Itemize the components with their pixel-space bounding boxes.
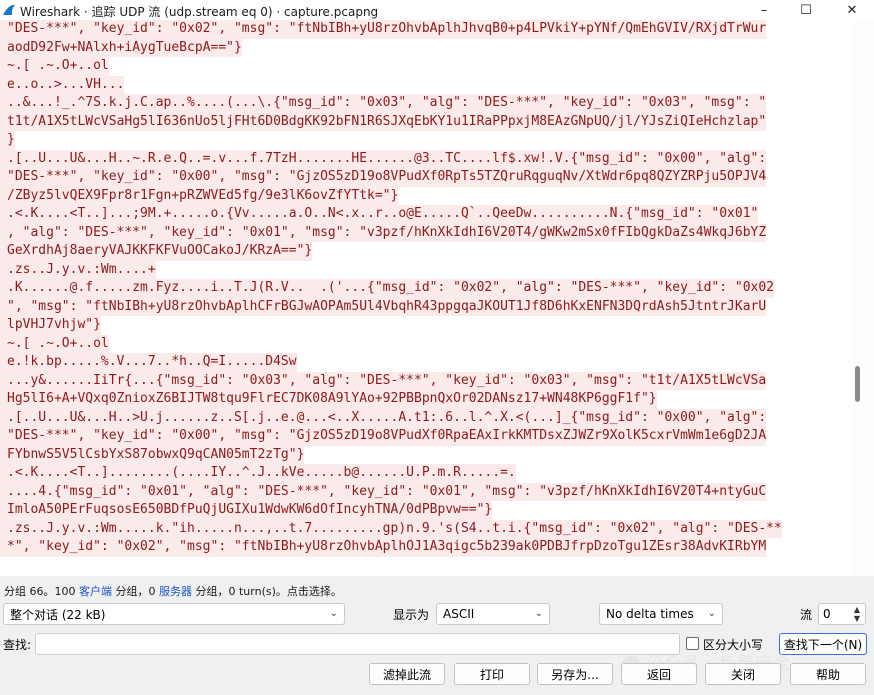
stream-line: ", "msg": "ftNbIBh+yU8rzOhvbAplhCFrBGJwA… xyxy=(0,297,767,316)
maximize-icon[interactable]: ☐ xyxy=(784,0,828,20)
stream-line: ~.[ .~.O+..ol xyxy=(0,334,109,353)
stream-line: } xyxy=(0,131,15,150)
stream-line: ~.[ .~.O+..ol xyxy=(0,57,109,76)
stream-line: , "alg": "DES-***", "key_id": "0x01", "m… xyxy=(0,223,767,242)
client-link[interactable]: 客户端 xyxy=(79,585,112,598)
find-next-button[interactable]: 查找下一个(N) xyxy=(779,633,867,655)
close-button[interactable]: 关闭 xyxy=(705,663,781,685)
stream-line: .<.K....<T..]........(....IY..^.J..kVe..… xyxy=(0,464,516,483)
chevron-down-icon: ⌄ xyxy=(329,608,338,619)
stream-line: e..o..>...VH... xyxy=(0,75,125,94)
close-window-icon[interactable]: ✕ xyxy=(830,0,874,20)
stream-line: aodD92Fw+NAlxh+iAygTueBcpA=="} xyxy=(0,38,242,57)
status-part-3: 分组，0 turn(s)。点击选择。 xyxy=(192,585,342,598)
stream-line: "DES-***", "key_id": "0x02", "msg": "ftN… xyxy=(0,20,767,39)
stream-label: 流 xyxy=(800,608,813,622)
print-button[interactable]: 打印 xyxy=(454,663,530,685)
title-bar: Wireshark · 追踪 UDP 流 (udp.stream eq 0) ·… xyxy=(0,0,874,20)
stream-line: /ZByz5lvQEX9Fpr8r1Fgn+pRZWVEd5fg/9e3lK6o… xyxy=(0,186,399,205)
chevron-down-icon: ⌄ xyxy=(534,608,543,619)
find-label: 查找: xyxy=(3,638,32,652)
stream-line: ImloA50PErFuqsosE650BDfPuQjUGIXu1WdwKW6d… xyxy=(0,501,493,520)
stream-line: .[..U...U&...H..>U.j......z..S[.j..e.@..… xyxy=(0,408,767,427)
stream-content[interactable]: "DES-***", "key_id": "0x02", "msg": "ftN… xyxy=(0,20,853,576)
show-as-select[interactable]: ASCII ⌄ xyxy=(436,603,550,625)
status-part-1: 分组 66。100 xyxy=(4,585,79,598)
stream-line: .zs..J.y.v.:Wm.....k."ih.....n...,..t.7.… xyxy=(0,519,782,538)
save-as-button[interactable]: 另存为... xyxy=(537,663,613,685)
back-button[interactable]: 返回 xyxy=(621,663,697,685)
stream-line: lpVHJ7vhjw"} xyxy=(0,316,101,335)
server-link[interactable]: 服务器 xyxy=(159,585,192,598)
stream-line: "DES-***", "key_id": "0x00", "msg": "Gjz… xyxy=(0,427,767,446)
show-as-value: ASCII xyxy=(443,607,475,621)
conversation-value: 整个对话 (22 kB) xyxy=(10,607,106,622)
find-input[interactable] xyxy=(35,633,680,655)
stream-line: FYbnwS5V5lCsbYxS87obwxQ9qCAN05mT2zTg"} xyxy=(0,445,305,464)
window-title: Wireshark · 追踪 UDP 流 (udp.stream eq 0) ·… xyxy=(20,5,379,19)
minimize-icon[interactable]: – xyxy=(742,0,786,20)
help-button[interactable]: 帮助 xyxy=(790,663,866,685)
stream-line: ....4.{"msg_id": "0x01", "alg": "DES-***… xyxy=(0,482,767,501)
vertical-scrollbar[interactable] xyxy=(852,20,874,576)
stream-line: *", "key_id": "0x02", "msg": "ftNbIBh+yU… xyxy=(0,538,767,557)
stream-line: .<.K....<T..]...;9M.+.....o.{Vv.....a.O.… xyxy=(0,205,759,224)
stream-line: Hg5lI6+A+VQxq0ZnioxZ6BIJTW8tqu9FlrEC7DK0… xyxy=(0,390,657,409)
stream-text: "DES-***", "key_id": "0x02", "msg": "ftN… xyxy=(0,20,852,557)
scrollbar-thumb[interactable] xyxy=(855,366,860,402)
increment-icon[interactable]: ▲ xyxy=(851,605,863,614)
stream-line: e.!k.bp.....%.V...7..*h..Q=I.....D4Sw xyxy=(0,353,297,372)
status-text: 分组 66。100 客户端 分组，0 服务器 分组，0 turn(s)。点击选择… xyxy=(4,583,342,599)
conversation-select[interactable]: 整个对话 (22 kB) ⌄ xyxy=(3,603,345,625)
filter-out-button[interactable]: 滤掉此流 xyxy=(369,663,445,685)
status-part-2: 分组，0 xyxy=(112,585,159,598)
stream-line: "DES-***", "key_id": "0x00", "msg": "Gjz… xyxy=(0,168,767,187)
stream-line: t1t/A1X5tLWcVSaHg5lI636nUo5ljFHt6D0BdgKK… xyxy=(0,112,767,131)
stream-line: GeXrdhAj8aeryVAJKKFKFVuOOCakoJ/KRzA=="} xyxy=(0,242,313,261)
show-as-label: 显示为 xyxy=(393,608,430,622)
stream-number-stepper[interactable]: 0 ▲ ▼ xyxy=(818,603,866,625)
delta-times-select[interactable]: No delta times ⌄ xyxy=(599,603,723,625)
chevron-down-icon: ⌄ xyxy=(707,608,716,619)
stream-line: ...y&......IiTr{...{"msg_id": "0x03", "a… xyxy=(0,371,767,390)
stream-line: ..&...!_.^7S.k.j.C.ap..%....(...\.{"msg_… xyxy=(0,94,767,113)
delta-times-value: No delta times xyxy=(606,607,694,621)
stream-line: .zs..J.y.v.:Wm....+ xyxy=(0,260,156,279)
stream-number-value: 0 xyxy=(823,607,831,621)
stream-line: .K......@.f.....zm.Fyz....i..T.J(R.V.. .… xyxy=(0,279,775,298)
wireshark-fin-icon xyxy=(3,4,15,15)
decrement-icon[interactable]: ▼ xyxy=(851,614,863,623)
stream-line: .[..U...U&...H..~.R.e.Q..=.v...f.7TzH...… xyxy=(0,149,767,168)
